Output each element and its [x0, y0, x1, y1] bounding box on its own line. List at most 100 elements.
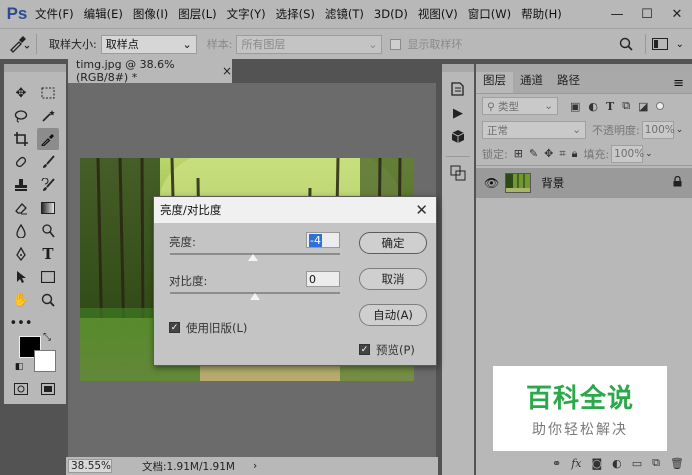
new-layer-icon[interactable]: ⧉	[652, 456, 660, 470]
document-tab[interactable]: timg.jpg @ 38.6%(RGB/8#) * ×	[68, 58, 232, 84]
minimize-button[interactable]: —	[602, 0, 632, 28]
workspace-icon[interactable]	[651, 38, 674, 50]
opacity-field[interactable]: 100%	[641, 121, 675, 139]
dodge-tool-icon[interactable]	[37, 220, 59, 242]
fill-field[interactable]: 100%	[611, 144, 644, 163]
hand-tool-icon[interactable]: ✋	[10, 289, 32, 311]
menu-3d[interactable]: 3D(D)	[369, 7, 413, 21]
blur-tool-icon[interactable]	[10, 220, 32, 242]
trash-icon[interactable]: 🗑︎	[670, 457, 684, 470]
menu-select[interactable]: 选择(S)	[271, 6, 320, 22]
menu-filter[interactable]: 滤镜(T)	[320, 6, 369, 22]
lock-position-icon[interactable]: ✥	[544, 147, 553, 160]
path-selection-icon[interactable]	[10, 266, 32, 288]
chevron-down-icon[interactable]: ⌄	[645, 149, 653, 159]
adjustment-filter-icon[interactable]: ◐	[588, 100, 598, 113]
menu-help[interactable]: 帮助(H)	[516, 6, 567, 22]
menu-edit[interactable]: 编辑(E)	[79, 6, 128, 22]
layer-name: 背景	[541, 176, 565, 190]
toolbox-grip[interactable]	[4, 64, 66, 72]
gradient-tool-icon[interactable]	[37, 197, 59, 219]
layers-panel-footer: ⚭ fx ◙ ◐ ▭ ⧉ 🗑︎	[476, 451, 692, 475]
rectangle-tool-icon[interactable]	[37, 266, 59, 288]
preview-checkbox[interactable]: ✓	[359, 344, 370, 355]
status-menu-arrow[interactable]: ›	[253, 460, 257, 472]
actions-panel-icon[interactable]: ▶	[447, 102, 469, 124]
eye-icon[interactable]: 👁︎	[484, 176, 499, 190]
pen-tool-icon[interactable]	[10, 243, 32, 265]
chevron-down-icon[interactable]: ⌄	[676, 125, 684, 135]
menu-view[interactable]: 视图(V)	[413, 6, 463, 22]
default-colors-icon[interactable]: ◧	[12, 360, 26, 374]
opacity-label: 不透明度:	[592, 124, 640, 137]
layer-filter-select[interactable]: ⚲ 类型 ⌄	[482, 97, 558, 115]
brightness-value: -4	[309, 233, 322, 247]
lock-pixels-icon[interactable]: ✎	[529, 147, 538, 160]
zoom-field[interactable]: 38.55%	[68, 459, 112, 473]
brightness-slider-thumb[interactable]	[248, 254, 259, 261]
3d-panel-icon[interactable]	[447, 126, 469, 148]
type-filter-icon[interactable]: T	[606, 100, 614, 113]
contrast-input[interactable]: 0	[306, 271, 340, 287]
crop-tool-icon[interactable]	[10, 128, 32, 150]
dock-grip[interactable]	[442, 64, 474, 72]
more-tools-icon[interactable]: •••	[10, 312, 33, 334]
blend-mode-select[interactable]: 正常 ⌄	[482, 121, 586, 139]
brush-tool-icon[interactable]	[37, 151, 59, 173]
close-icon[interactable]: ✕	[415, 201, 428, 219]
close-icon[interactable]: ×	[222, 64, 232, 78]
eraser-tool-icon[interactable]	[10, 197, 32, 219]
restore-button[interactable]: ☐	[632, 0, 662, 28]
history-panel-icon[interactable]	[447, 78, 469, 100]
healing-brush-icon[interactable]	[10, 151, 32, 173]
menu-window[interactable]: 窗口(W)	[463, 6, 516, 22]
sample-size-select[interactable]: 取样点 ⌄	[100, 34, 197, 54]
zoom-tool-icon[interactable]	[37, 289, 59, 311]
contrast-slider-thumb[interactable]	[250, 293, 260, 300]
history-brush-icon[interactable]	[37, 174, 59, 196]
menu-image[interactable]: 图像(I)	[128, 6, 173, 22]
type-tool-icon[interactable]: T	[37, 243, 59, 265]
folder-icon[interactable]: ▭	[632, 457, 642, 470]
cancel-button[interactable]: 取消	[359, 268, 427, 290]
panel-grip[interactable]	[476, 64, 692, 72]
menu-file[interactable]: 文件(F)	[30, 6, 79, 22]
smart-object-filter-icon[interactable]: ◪	[638, 100, 648, 113]
lock-all-icon[interactable]: 🔒︎	[572, 147, 578, 161]
adjustment-icon[interactable]: ◐	[612, 457, 622, 470]
lock-transparent-icon[interactable]: ⊞	[514, 147, 523, 160]
search-icon[interactable]	[619, 37, 639, 51]
pixel-filter-icon[interactable]: ▣	[570, 100, 580, 113]
link-icon[interactable]: ⚭	[552, 457, 561, 470]
quick-mask-icon[interactable]	[10, 378, 32, 400]
menu-layer[interactable]: 图层(L)	[173, 6, 221, 22]
menu-type[interactable]: 文字(Y)	[222, 6, 271, 22]
ok-button[interactable]: 确定	[359, 232, 427, 254]
mask-icon[interactable]: ◙	[591, 457, 602, 470]
chevron-down-icon[interactable]: ⌄	[676, 39, 684, 50]
lasso-tool-icon[interactable]	[10, 105, 32, 127]
eyedropper-tool-icon[interactable]	[37, 128, 59, 150]
brightness-input[interactable]: -4	[306, 232, 340, 248]
lock-artboard-icon[interactable]: ⌗	[559, 147, 565, 161]
background-color-swatch[interactable]	[34, 350, 56, 372]
layer-row-background[interactable]: 👁︎ 背景	[476, 168, 692, 198]
close-window-button[interactable]: ✕	[662, 0, 692, 28]
dialog-titlebar[interactable]: 亮度/对比度 ✕	[154, 197, 436, 223]
marquee-tool-icon[interactable]	[37, 82, 59, 104]
show-ring-checkbox[interactable]	[390, 38, 402, 50]
auto-button[interactable]: 自动(A)	[359, 304, 427, 326]
swap-colors-icon[interactable]: ⤡	[40, 330, 54, 344]
screen-mode-icon[interactable]	[37, 378, 59, 400]
sample-select[interactable]: 所有图层 ⌄	[236, 34, 383, 54]
magic-wand-icon[interactable]	[37, 105, 59, 127]
eyedropper-icon[interactable]	[8, 35, 30, 53]
fx-icon[interactable]: fx	[571, 457, 581, 470]
shape-filter-icon[interactable]: ⧉	[622, 99, 630, 113]
legacy-checkbox[interactable]: ✓	[169, 322, 180, 333]
filter-toggle-icon[interactable]	[656, 102, 665, 110]
clone-stamp-icon[interactable]	[10, 174, 32, 196]
panel-menu-icon[interactable]: ≡	[673, 76, 684, 91]
paragraph-panel-icon[interactable]	[447, 162, 469, 184]
move-tool-icon[interactable]: ✥	[10, 82, 32, 104]
